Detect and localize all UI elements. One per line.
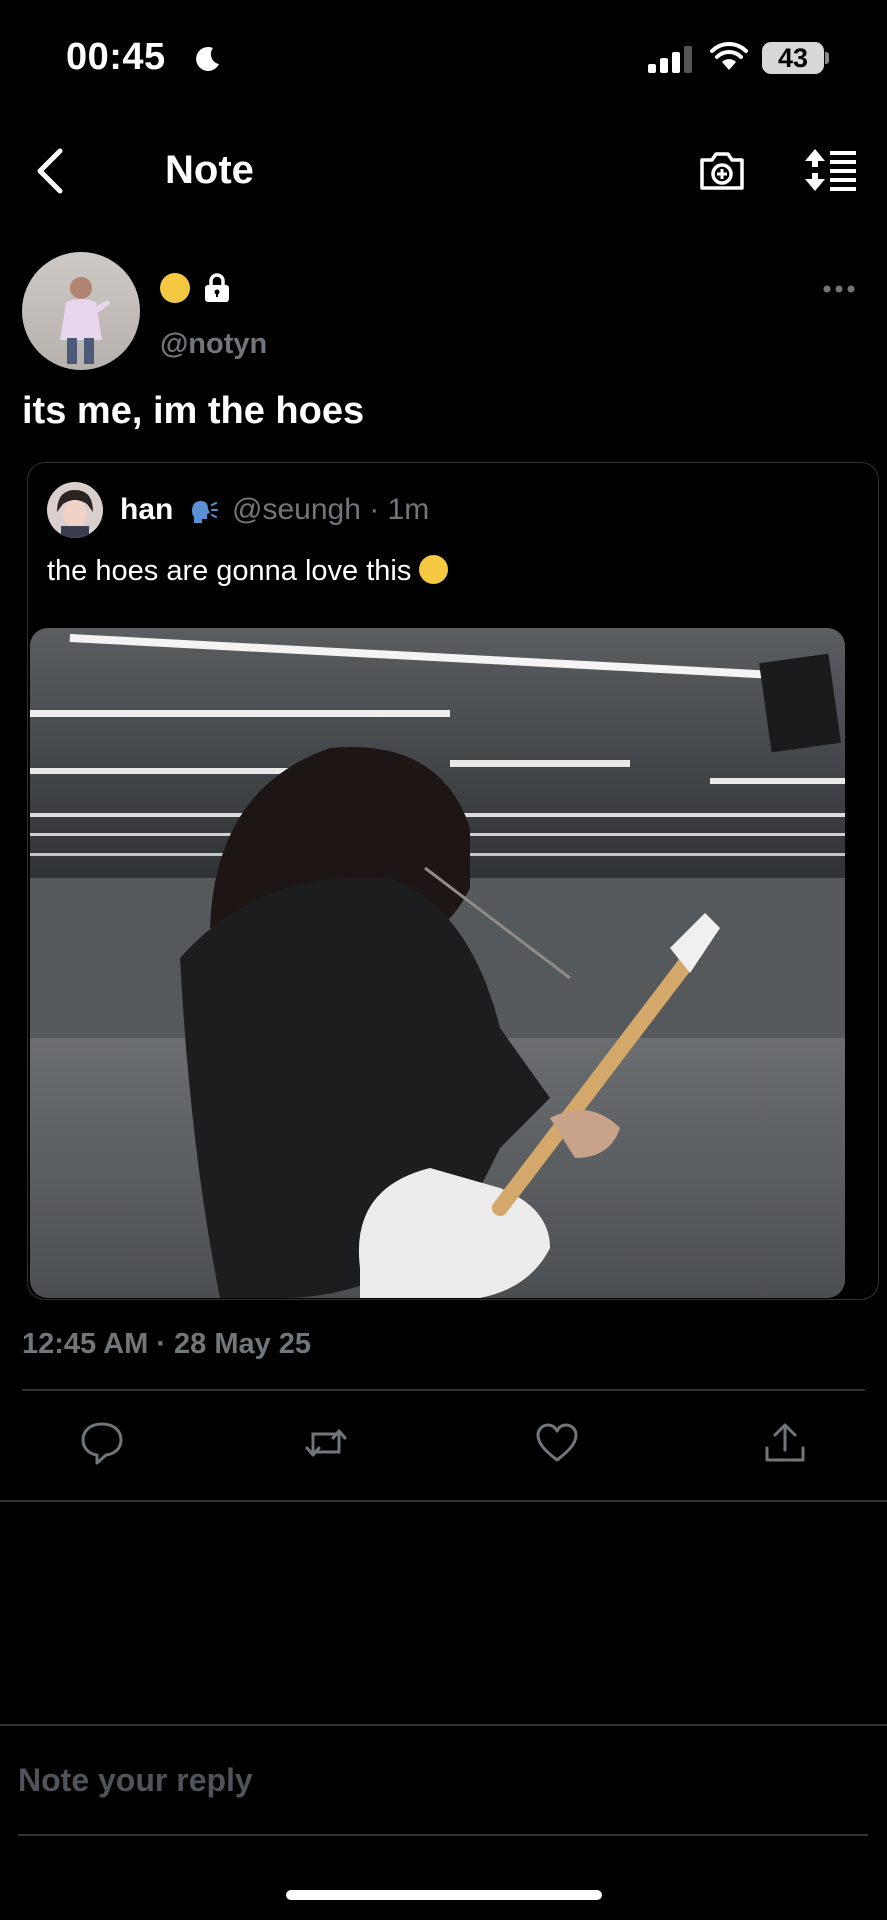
post-timestamp: 12:45 AM · 28 May 25 [22, 1328, 312, 1360]
share-icon[interactable] [762, 1420, 808, 1466]
more-horizontal-icon[interactable] [822, 282, 856, 296]
divider [22, 1389, 865, 1391]
speaking-head-icon [192, 501, 218, 523]
smirk-emoji-icon [419, 555, 449, 584]
wifi-icon [710, 42, 748, 70]
signal-icon [648, 46, 696, 73]
quoted-media-photo[interactable] [30, 628, 845, 1298]
heart-icon[interactable] [534, 1420, 580, 1466]
divider [0, 1724, 887, 1726]
lock-icon [205, 273, 229, 302]
quoted-author-name[interactable]: han [120, 493, 173, 527]
home-indicator[interactable] [286, 1890, 602, 1900]
photo-illustration [30, 628, 845, 1298]
avatar[interactable] [22, 252, 140, 370]
retweet-icon[interactable] [303, 1420, 349, 1466]
reply-icon[interactable] [79, 1420, 125, 1466]
quoted-post-text: the hoes are gonna love this [47, 555, 449, 588]
sort-list-icon[interactable] [802, 147, 858, 193]
battery-icon: 43 [762, 42, 824, 74]
page-title: Note [165, 148, 254, 192]
moon-icon [196, 46, 219, 71]
divider [0, 1500, 887, 1502]
quoted-text-content: the hoes are gonna love this [47, 555, 412, 587]
quoted-handle-time: @seungh · 1m [232, 493, 430, 526]
divider [18, 1834, 868, 1836]
status-time: 00:45 [66, 36, 166, 78]
reply-input[interactable] [18, 1755, 858, 1805]
yawning-emoji-icon [160, 273, 190, 303]
author-handle[interactable]: @notyn [160, 328, 267, 361]
camera-plus-icon[interactable] [698, 148, 746, 192]
quoted-avatar[interactable] [47, 482, 103, 538]
back-button[interactable] [30, 145, 70, 197]
battery-nub [825, 52, 829, 64]
post-text: its me, im the hoes [22, 390, 365, 432]
